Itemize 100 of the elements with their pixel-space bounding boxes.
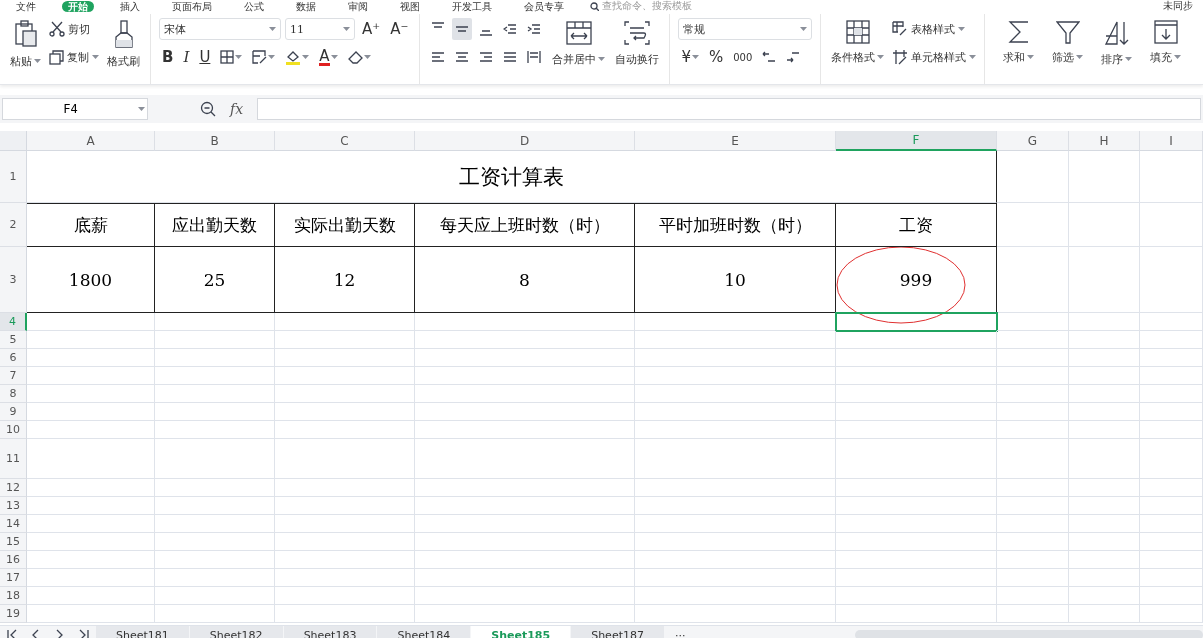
font-name-select[interactable]: 宋体 <box>159 18 281 40</box>
empty-cell[interactable] <box>836 605 997 623</box>
column-header[interactable]: B <box>155 131 275 151</box>
empty-cell[interactable] <box>415 313 635 331</box>
empty-cell[interactable] <box>275 515 415 533</box>
empty-cell[interactable] <box>1069 551 1140 569</box>
empty-cell[interactable] <box>836 367 997 385</box>
menu-tab[interactable]: 插入 <box>114 0 146 12</box>
empty-cell[interactable] <box>275 367 415 385</box>
empty-cell[interactable] <box>275 403 415 421</box>
empty-cell[interactable] <box>275 439 415 479</box>
row-header[interactable]: 15 <box>0 533 27 551</box>
row-header[interactable]: 13 <box>0 497 27 515</box>
cell-style-button[interactable]: 单元格样式 <box>892 46 977 68</box>
empty-cell[interactable] <box>275 551 415 569</box>
empty-cell[interactable] <box>275 313 415 331</box>
empty-cell[interactable] <box>415 331 635 349</box>
empty-cell[interactable] <box>836 569 997 587</box>
row-header[interactable]: 7 <box>0 367 27 385</box>
empty-cell[interactable] <box>275 497 415 515</box>
empty-cell[interactable] <box>997 587 1069 605</box>
empty-cell[interactable] <box>836 439 997 479</box>
empty-cell[interactable] <box>997 569 1069 587</box>
empty-cell[interactable] <box>997 385 1069 403</box>
empty-cell[interactable] <box>1069 497 1140 515</box>
empty-cell[interactable] <box>1140 367 1203 385</box>
empty-cell[interactable] <box>275 349 415 367</box>
empty-cell[interactable] <box>635 569 836 587</box>
empty-cell[interactable] <box>1069 385 1140 403</box>
font-size-select[interactable]: 11 <box>285 18 355 40</box>
sync-status[interactable]: 未同步 <box>1163 0 1193 12</box>
sort-button[interactable]: 排序 <box>1099 18 1135 69</box>
empty-cell[interactable] <box>275 569 415 587</box>
empty-cell[interactable] <box>836 533 997 551</box>
empty-cell[interactable] <box>155 421 275 439</box>
empty-cell[interactable] <box>1069 533 1140 551</box>
filter-button[interactable]: 筛选 <box>1050 18 1086 67</box>
empty-cell[interactable] <box>635 605 836 623</box>
empty-cell[interactable] <box>155 439 275 479</box>
empty-cell[interactable] <box>997 313 1069 331</box>
grow-font-button[interactable]: A⁺ <box>359 18 384 40</box>
empty-cell[interactable] <box>415 497 635 515</box>
sheet-tab[interactable]: Sheet182 <box>189 626 284 638</box>
empty-cell[interactable] <box>415 515 635 533</box>
empty-cell[interactable] <box>415 385 635 403</box>
menu-tab[interactable]: 文件 <box>10 0 42 12</box>
empty-cell[interactable] <box>1069 403 1140 421</box>
table-style-button[interactable]: 表格样式 <box>892 18 977 40</box>
empty-cell[interactable] <box>155 605 275 623</box>
sheet-tab[interactable]: Sheet184 <box>377 626 472 638</box>
sheet-tab[interactable]: Sheet187 <box>571 626 665 638</box>
empty-cell[interactable] <box>1140 349 1203 367</box>
empty-cell[interactable] <box>1140 569 1203 587</box>
empty-cell[interactable] <box>836 479 997 497</box>
font-color-button[interactable]: A <box>316 46 341 68</box>
format-painter-button[interactable]: 格式刷 <box>105 18 142 71</box>
empty-cell[interactable] <box>1069 331 1140 349</box>
empty-cell[interactable] <box>635 385 836 403</box>
row-header[interactable]: 17 <box>0 569 27 587</box>
empty-cell[interactable] <box>1069 421 1140 439</box>
menu-tab[interactable]: 页面布局 <box>166 0 218 12</box>
menu-tab[interactable]: 数据 <box>290 0 322 12</box>
empty-cell[interactable] <box>1069 367 1140 385</box>
empty-cell[interactable] <box>415 439 635 479</box>
empty-cell[interactable] <box>415 367 635 385</box>
merge-center-button[interactable]: 合并居中 <box>550 18 608 69</box>
underline-button[interactable]: U <box>196 46 214 68</box>
empty-cell[interactable] <box>635 349 836 367</box>
menu-tab[interactable]: 审阅 <box>342 0 374 12</box>
empty-cell[interactable] <box>635 587 836 605</box>
copy-button[interactable]: 复制 <box>49 46 99 68</box>
empty-cell[interactable] <box>836 385 997 403</box>
empty-cell[interactable] <box>1140 331 1203 349</box>
empty-cell[interactable] <box>275 331 415 349</box>
empty-cell[interactable] <box>1140 551 1203 569</box>
sheet-tab[interactable]: Sheet185 <box>471 626 572 638</box>
empty-cell[interactable] <box>275 385 415 403</box>
paste-button[interactable]: 粘贴 <box>8 18 43 71</box>
empty-cell[interactable] <box>1140 403 1203 421</box>
empty-cell[interactable] <box>275 421 415 439</box>
empty-cell[interactable] <box>1069 349 1140 367</box>
empty-cell[interactable] <box>155 367 275 385</box>
empty-cell[interactable] <box>155 551 275 569</box>
empty-cell[interactable] <box>155 403 275 421</box>
select-all-corner[interactable] <box>0 131 27 151</box>
empty-cell[interactable] <box>635 403 836 421</box>
column-header[interactable]: A <box>27 131 155 151</box>
empty-cell[interactable] <box>155 331 275 349</box>
selected-cell[interactable] <box>836 313 997 331</box>
empty-cell[interactable] <box>155 587 275 605</box>
empty-cell[interactable] <box>1140 497 1203 515</box>
empty-cell[interactable] <box>997 331 1069 349</box>
bold-button[interactable]: B <box>159 46 177 68</box>
empty-cell[interactable] <box>1140 533 1203 551</box>
empty-cell[interactable] <box>155 479 275 497</box>
empty-cell[interactable] <box>415 533 635 551</box>
empty-cell[interactable] <box>836 349 997 367</box>
menu-tab[interactable]: 会员专享 <box>518 0 570 12</box>
empty-cell[interactable] <box>635 439 836 479</box>
row-header[interactable]: 1 <box>0 151 27 203</box>
